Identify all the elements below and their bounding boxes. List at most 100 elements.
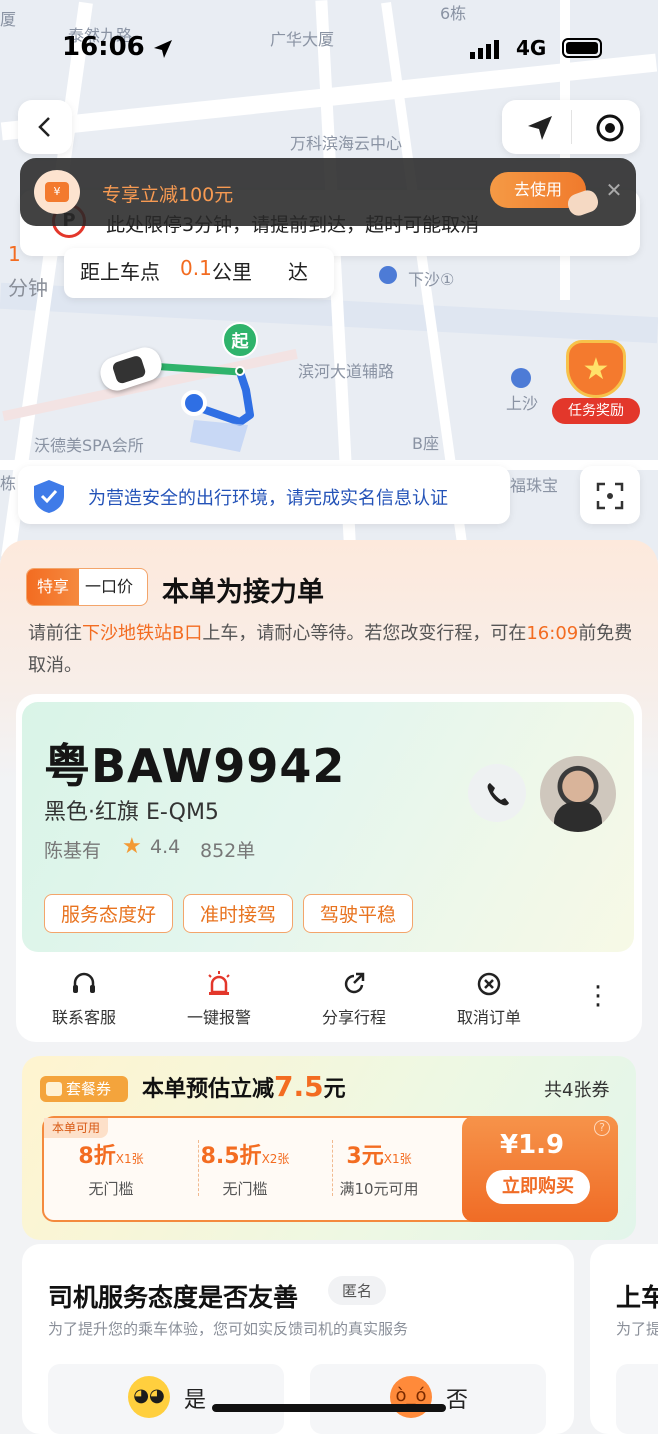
action-contact-support[interactable]: 联系客服 bbox=[24, 970, 144, 1028]
trip-desc-pre: 请前往 bbox=[28, 623, 82, 644]
package-price: ¥1.9 bbox=[500, 1130, 565, 1160]
alarm-icon bbox=[208, 971, 230, 995]
driver-rating: 4.4 bbox=[150, 836, 181, 858]
trip-desc: 请前往下沙地铁站B口上车，请耐心等待。若您改变行程，可在16:09前免费取消。 bbox=[28, 618, 638, 682]
next-feedback-title: 上车 bbox=[616, 1283, 658, 1312]
action-label: 一键报警 bbox=[186, 1008, 251, 1027]
fixed-price-tag: 特享 一口价 bbox=[26, 568, 148, 606]
buy-button[interactable]: 立即购买 bbox=[486, 1170, 590, 1204]
coupon-qty: X2张 bbox=[261, 1152, 290, 1166]
call-driver-button[interactable] bbox=[468, 764, 526, 822]
back-button[interactable] bbox=[18, 100, 72, 154]
feedback-desc: 为了提升您的乘车体验，您可如实反馈司机的真实服务 bbox=[48, 1320, 409, 1338]
distance-unit: 公里 bbox=[212, 260, 252, 284]
bus-stop-icon bbox=[379, 266, 397, 284]
buy-panel[interactable]: ¥1.9 立即购买 ? bbox=[462, 1116, 618, 1222]
signal-icon bbox=[470, 40, 499, 59]
coupon-value: 3元 bbox=[346, 1144, 384, 1169]
package-badge-label: 套餐券 bbox=[66, 1080, 112, 1098]
ticket-icon bbox=[46, 1082, 62, 1096]
reward-label: 任务奖励 bbox=[552, 398, 640, 424]
action-emergency[interactable]: 一键报警 bbox=[159, 970, 279, 1028]
driver-tag: 准时接驾 bbox=[183, 894, 294, 933]
coupon-qty: X1张 bbox=[115, 1152, 144, 1166]
phone-icon bbox=[487, 783, 509, 806]
next-feedback-card[interactable]: 上车 为了提 bbox=[590, 1244, 658, 1434]
trip-desc-time: 16:09 bbox=[526, 623, 579, 644]
chevron-left-icon bbox=[38, 117, 50, 137]
eta-number: 1 bbox=[8, 242, 21, 266]
usable-tag: 本单可用 bbox=[44, 1118, 109, 1138]
distance-value: 0.1 bbox=[180, 256, 212, 280]
package-title-pre: 本单预估立减 bbox=[142, 1077, 275, 1102]
more-icon[interactable]: · · · bbox=[590, 975, 606, 1019]
coupon-value: 8.5折 bbox=[200, 1144, 262, 1169]
cancel-icon bbox=[477, 972, 501, 996]
distance-prefix: 距上车点 bbox=[80, 260, 160, 284]
share-icon bbox=[344, 972, 365, 994]
driver-card: 粤BAW9942 黑色·红旗 E-QM5 陈基有 ★ 4.4 852单 服务态度… bbox=[22, 702, 634, 952]
star-shield-icon: ★ bbox=[566, 340, 626, 398]
close-icon[interactable]: ✕ bbox=[602, 178, 626, 202]
coupon-item: 8.5折X2张 无门槛 bbox=[180, 1138, 310, 1199]
network-type: 4G bbox=[516, 36, 547, 60]
trip-title: 本单为接力单 bbox=[162, 577, 324, 608]
package-title: 本单预估立减7.5元 bbox=[142, 1070, 346, 1103]
promo-toast[interactable]: ¥ 专享立减100元 去使用 ✕ bbox=[20, 158, 636, 226]
coupon-item: 3元X1张 满10元可用 bbox=[314, 1138, 444, 1199]
coupon-cond: 无门槛 bbox=[88, 1180, 134, 1198]
feedback-yes-label: 是 bbox=[184, 1388, 207, 1413]
package-amount: 7.5 bbox=[274, 1070, 324, 1103]
action-label: 联系客服 bbox=[51, 1008, 116, 1027]
package-unit: 元 bbox=[323, 1077, 346, 1102]
action-cancel-order[interactable]: 取消订单 bbox=[429, 970, 549, 1028]
anonymous-tag: 匿名 bbox=[328, 1276, 387, 1305]
distance-card: 距上车点 0.1 公里 达 bbox=[64, 248, 334, 298]
happy-face-icon: ◕◕ bbox=[128, 1376, 170, 1418]
verify-banner[interactable]: 为营造安全的出行环境，请完成实名信息认证 bbox=[18, 466, 510, 524]
headset-icon bbox=[73, 972, 95, 993]
map-tools bbox=[502, 100, 640, 154]
driver-name: 陈基有 bbox=[44, 840, 102, 862]
verify-text: 为营造安全的出行环境，请完成实名信息认证 bbox=[88, 488, 448, 509]
feedback-yes-button[interactable]: ◕◕ 是 bbox=[48, 1364, 284, 1434]
help-icon[interactable]: ? bbox=[594, 1120, 610, 1136]
locate-me-icon[interactable] bbox=[594, 112, 626, 144]
promo-title: 专享立减100元 bbox=[102, 184, 234, 206]
reward-badge[interactable]: ★ 任务奖励 bbox=[552, 340, 640, 424]
plate-number: 粤BAW9942 bbox=[44, 739, 346, 793]
battery-icon bbox=[562, 38, 602, 58]
coupon-icon: ¥ bbox=[34, 170, 80, 214]
car-model: 黑色·红旗 E-QM5 bbox=[44, 800, 219, 825]
tag-fixed-price: 一口价 bbox=[85, 577, 134, 596]
status-time: 16:06 bbox=[62, 32, 145, 62]
coupon-cond: 满10元可用 bbox=[339, 1180, 419, 1198]
pickup-marker-label: 起 bbox=[231, 332, 249, 352]
navigate-icon[interactable] bbox=[526, 114, 554, 142]
feedback-no-label: 否 bbox=[446, 1388, 469, 1413]
coupon-item: 8折X1张 无门槛 bbox=[46, 1138, 176, 1199]
coupon-qty: X1张 bbox=[383, 1152, 412, 1166]
shield-check-icon bbox=[34, 480, 64, 513]
package-badge: 套餐券 bbox=[40, 1076, 128, 1102]
driver-tags: 服务态度好 准时接驾 驾驶平稳 bbox=[44, 894, 423, 933]
feedback-no-button[interactable]: ò_ó 否 bbox=[310, 1364, 546, 1434]
feedback-title: 司机服务态度是否友善 bbox=[48, 1283, 299, 1312]
package-count: 共4张券 bbox=[544, 1080, 610, 1101]
scan-icon bbox=[596, 482, 624, 510]
action-share-trip[interactable]: 分享行程 bbox=[294, 970, 414, 1028]
eta-unit: 分钟 bbox=[8, 276, 48, 300]
location-arrow-icon bbox=[154, 40, 172, 58]
coupon-cond: 无门槛 bbox=[222, 1180, 268, 1198]
home-indicator bbox=[212, 1404, 446, 1412]
pickup-dot bbox=[235, 366, 245, 376]
driver-tag: 服务态度好 bbox=[44, 894, 174, 933]
driver-tag: 驾驶平稳 bbox=[303, 894, 414, 933]
fullscreen-button[interactable] bbox=[580, 466, 640, 524]
driver-avatar[interactable] bbox=[540, 756, 616, 832]
action-label: 分享行程 bbox=[321, 1008, 386, 1027]
bus-stop-icon bbox=[511, 368, 531, 388]
action-label: 取消订单 bbox=[456, 1008, 521, 1027]
tag-special: 特享 bbox=[27, 569, 79, 605]
arrive-suffix: 达 bbox=[288, 260, 308, 284]
